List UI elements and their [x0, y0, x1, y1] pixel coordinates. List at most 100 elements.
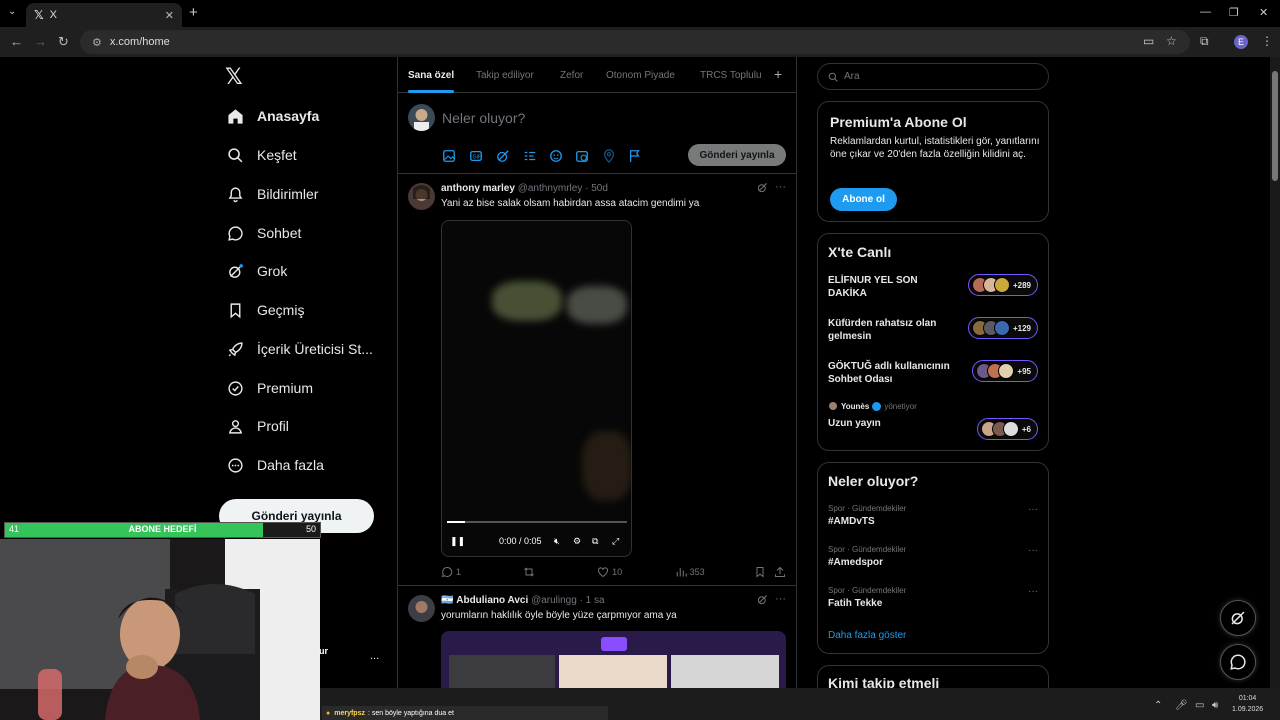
nav-bookmarks[interactable]: Geçmiş [225, 295, 304, 325]
system-clock[interactable]: 01:04 1.09.2026 [1232, 693, 1263, 715]
nav-more[interactable]: Daha fazla [225, 450, 324, 480]
poll-icon[interactable] [523, 149, 537, 163]
messages-float-button[interactable] [1220, 644, 1256, 680]
new-tab-button[interactable]: + [189, 4, 198, 21]
more-icon [225, 455, 245, 475]
grok-explain-icon[interactable] [757, 594, 768, 605]
tab-following[interactable]: Takip ediliyor [476, 70, 534, 81]
account-menu-icon[interactable]: ... [370, 650, 379, 662]
tweet-time[interactable]: · 50d [585, 183, 608, 194]
tab-trcs[interactable]: TRCS Toplulu [700, 70, 762, 81]
subscribe-button[interactable]: Abone ol [830, 188, 897, 211]
video-settings-icon[interactable]: ⚙ [573, 536, 581, 547]
trend-item[interactable]: Spor · Gündemdekiler #Amedspor ··· [828, 545, 1038, 568]
pause-icon[interactable]: ❚❚ [450, 536, 465, 547]
page-scrollbar[interactable] [1270, 57, 1280, 688]
views-button[interactable]: 353 [675, 566, 755, 578]
nav-profile[interactable]: Profil [225, 411, 289, 441]
user-avatar[interactable] [408, 104, 435, 131]
flag-icon[interactable] [628, 149, 642, 163]
grok-float-button[interactable] [1220, 600, 1256, 636]
reply-button[interactable]: 1 [441, 566, 523, 578]
trend-item[interactable]: Spor · Gündemdekiler #AMDvTS ··· [828, 504, 1038, 527]
tweet-image[interactable] [441, 631, 786, 688]
scroll-thumb[interactable] [1272, 71, 1278, 181]
nav-grok[interactable]: Grok [225, 256, 287, 286]
back-icon[interactable]: ← [10, 34, 23, 49]
nav-creator-studio[interactable]: İçerik Üreticisi St... [225, 334, 373, 364]
nav-notifications[interactable]: Bildirimler [225, 179, 318, 209]
schedule-icon[interactable] [575, 149, 589, 163]
tweet-more-icon[interactable]: ··· [775, 181, 786, 193]
compose-input[interactable]: Neler oluyor? [442, 110, 525, 126]
bookmark-star-icon[interactable]: ☆ [1166, 34, 1177, 48]
minimize-icon[interactable]: — [1200, 6, 1211, 18]
gif-icon[interactable]: GIF [469, 149, 483, 163]
browser-menu-icon[interactable]: ⋮ [1261, 34, 1273, 48]
tweet-author-avatar[interactable] [408, 183, 435, 210]
live-space-item[interactable]: Küfürden rahatsız olan gelmesin +129 [828, 317, 1038, 343]
nav-premium[interactable]: Premium [225, 373, 313, 403]
tweet[interactable]: 🇦🇷 Abduliano Avci @arulingg · 1 sa ··· y… [398, 587, 796, 688]
repost-button[interactable] [523, 566, 598, 578]
tab-zefor[interactable]: Zefor [560, 70, 583, 81]
tab-for-you[interactable]: Sana özel [408, 70, 454, 81]
nav-chat[interactable]: Sohbet [225, 218, 301, 248]
cast-icon[interactable]: ▭ [1143, 34, 1154, 48]
add-tab-icon[interactable]: + [774, 66, 782, 82]
nav-explore[interactable]: Keşfet [225, 140, 297, 170]
like-button[interactable]: 10 [597, 566, 675, 578]
image-icon[interactable] [442, 149, 456, 163]
tweet-more-icon[interactable]: ··· [775, 593, 786, 605]
grok-explain-icon[interactable] [757, 182, 768, 193]
extensions-icon[interactable]: ⧉ [1200, 34, 1209, 49]
x-logo[interactable]: 𝕏 [225, 64, 243, 90]
tab-search-icon[interactable]: ⌄ [8, 6, 16, 17]
compose-post-button[interactable]: Gönderi yayınla [688, 144, 786, 166]
trend-more-icon[interactable]: ··· [1028, 545, 1038, 556]
tweet[interactable]: anthony marley @anthnymrley · 50d ··· Ya… [398, 175, 796, 586]
trend-more-icon[interactable]: ··· [1028, 504, 1038, 515]
window-close-icon[interactable]: ✕ [1259, 6, 1268, 19]
avatar [1002, 421, 1019, 437]
trend-item[interactable]: Spor · Gündemdekiler Fatih Tekke ··· [828, 586, 1038, 609]
timeline[interactable]: Sana özel Takip ediliyor Zefor Otonom Pi… [397, 57, 797, 688]
browser-tab[interactable]: 𝕏 X ✕ [26, 3, 182, 27]
tweet-author-handle[interactable]: @anthnymrley [518, 183, 583, 194]
location-icon[interactable] [602, 149, 616, 163]
search-input[interactable]: Ara [817, 63, 1049, 90]
live-space-item[interactable]: ELİFNUR YEL SON DAKİKA +289 [828, 274, 1038, 300]
trend-more-icon[interactable]: ··· [1028, 586, 1038, 597]
fullscreen-icon[interactable]: ⤢ [612, 536, 619, 547]
reload-icon[interactable]: ↻ [58, 34, 69, 50]
show-more-link[interactable]: Daha fazla göster [828, 630, 906, 641]
tweet-author-name[interactable]: anthony marley [441, 183, 515, 194]
restore-icon[interactable]: ❐ [1229, 6, 1239, 19]
forward-icon[interactable]: → [34, 34, 47, 49]
tweet-author-name[interactable]: Abduliano Avci [456, 595, 528, 606]
mute-icon[interactable]: 🔇︎ [554, 536, 560, 547]
tweet-author-avatar[interactable] [408, 595, 435, 622]
pip-icon[interactable]: ⧉ [592, 536, 598, 547]
tray-chevron-icon[interactable]: ⌃ [1154, 700, 1162, 711]
tab-otonom-piyade[interactable]: Otonom Piyade [606, 70, 675, 81]
tweet-author-handle[interactable]: @arulingg [531, 595, 577, 606]
address-bar[interactable]: ⚙ x.com/home [80, 30, 1190, 54]
volume-icon[interactable]: 🔊︎ [1212, 700, 1218, 711]
site-info-icon[interactable]: ⚙ [92, 36, 102, 49]
network-icon[interactable]: ▭ [1195, 700, 1204, 711]
nav-home[interactable]: Anasayfa [225, 101, 319, 131]
tab-close-icon[interactable]: ✕ [165, 9, 174, 22]
bookmark-button[interactable] [754, 566, 774, 578]
live-space-item[interactable]: GÖKTUĞ adlı kullanıcının Sohbet Odası +9… [828, 360, 1038, 386]
tweet-time[interactable]: · 1 sa [580, 595, 605, 606]
profile-avatar[interactable]: E [1234, 35, 1248, 49]
emoji-icon[interactable] [549, 149, 563, 163]
live-space-item[interactable]: Younès yönetiyor Uzun yayın +6 [828, 401, 1038, 440]
microphone-icon[interactable]: 🎤︎ [1175, 700, 1188, 711]
share-button[interactable] [774, 566, 786, 578]
grok-compose-icon[interactable] [496, 149, 510, 163]
heart-icon [598, 567, 609, 578]
tweet-video[interactable]: ❚❚ 0:00 / 0:05 🔇︎ ⚙ ⧉ ⤢ [441, 220, 632, 557]
video-progress-track[interactable] [447, 521, 627, 523]
